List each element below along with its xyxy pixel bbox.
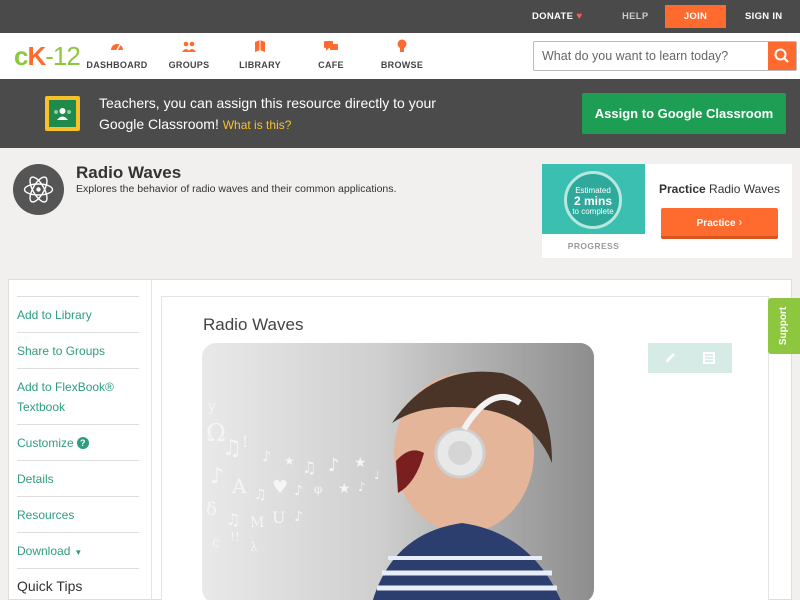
boy-headphones-image: y Ω ♫ ! ♪ ★ ♫ ♪ ★ ♩ ♪ A ♫ ♥ ♪ φ ★ ♪ δ ♫ … [202,343,594,600]
svg-text:U: U [272,508,285,527]
svg-text:y: y [207,399,216,415]
search-button[interactable] [768,42,796,70]
quick-tips-heading: Quick Tips [17,568,139,594]
donate-link[interactable]: DONATE ♥ [532,0,582,33]
resource-title: Radio Waves [76,163,182,182]
nav-groups-label: GROUPS [168,60,210,70]
atom-icon [13,164,64,215]
svg-text:!: ! [242,432,248,451]
practice-button[interactable]: Practice › [661,208,778,239]
practice-card: Estimated 2 mins to complete PROGRESS Pr… [542,164,792,258]
svg-text:!!: !! [230,530,240,544]
svg-text:♪: ♪ [358,480,366,494]
nav-dashboard[interactable]: DASHBOARD [82,39,152,70]
estimate-badge: Estimated 2 mins to complete [564,171,622,229]
practice-title: Practice Radio Waves [659,182,780,196]
practice-estimate-graphic: Estimated 2 mins to complete [542,164,645,234]
notes-icon[interactable] [701,350,717,366]
ck12-logo[interactable]: cK-12 [14,41,81,71]
help-link[interactable]: HELP [622,0,649,33]
classroom-message: Teachers, you can assign this resource d… [99,93,459,136]
logo-c: c [14,41,29,71]
dashboard-icon [111,44,123,51]
svg-text:M: M [250,515,264,531]
add-to-flexbook-link[interactable]: Add to FlexBook® Textbook [17,368,139,424]
content-tools [648,343,732,373]
svg-text:♫: ♫ [222,436,242,461]
nav-cafe[interactable]: CAFE [296,39,366,70]
details-link[interactable]: Details [17,460,139,496]
add-to-library-link[interactable]: Add to Library [17,296,139,332]
svg-text:♫: ♫ [254,487,267,503]
main-nav: cK-12 DASHBOARD GROUPS LIBRARY CAFE BROW… [0,33,800,79]
nav-browse-label: BROWSE [380,60,424,70]
customize-link[interactable]: Customize? [17,424,139,460]
nav-dashboard-label: DASHBOARD [86,60,148,70]
nav-browse[interactable]: BROWSE [367,39,437,70]
estimate-line2: 2 mins [573,194,612,208]
logo-12: -12 [45,41,81,71]
svg-text:♫: ♫ [226,510,240,529]
svg-text:δ: δ [206,499,217,520]
google-classroom-banner: Teachers, you can assign this resource d… [0,79,800,148]
svg-text:♪: ♪ [328,455,340,476]
heart-icon: ♥ [576,11,583,22]
pencil-icon[interactable] [662,350,678,366]
top-utility-bar: DONATE ♥ HELP JOIN SIGN IN [0,0,800,33]
svg-text:φ: φ [314,482,322,496]
join-button[interactable]: JOIN [665,5,726,28]
support-label: Support [778,306,789,346]
nav-library-label: LIBRARY [239,60,281,70]
browse-icon [397,39,407,52]
practice-button-label: Practice [696,218,736,229]
groups-icon [182,41,196,52]
svg-text:A: A [231,474,247,498]
customize-label: Customize [17,436,74,450]
search-box [533,41,797,71]
nav-cafe-label: CAFE [318,60,344,70]
logo-k: K [27,41,46,71]
library-icon [255,40,265,52]
download-dropdown[interactable]: Download ▼ [17,532,139,568]
svg-text:λ: λ [250,540,258,554]
svg-text:♪: ♪ [262,449,271,465]
content-title: Radio Waves [203,315,304,334]
practice-title-topic: Radio Waves [709,182,780,196]
question-icon[interactable]: ? [76,437,89,449]
chevron-right-icon: › [738,215,743,229]
nav-groups[interactable]: GROUPS [154,39,224,70]
svg-text:★: ★ [338,481,351,497]
nav-library[interactable]: LIBRARY [225,39,295,70]
svg-text:♫: ♫ [302,458,316,477]
what-is-this-link[interactable]: What is this? [223,118,292,132]
search-icon [774,48,789,63]
content-area: Radio Waves y Ω ♫ ! ♪ ★ ♫ ♪ ★ ♩ ♪ A ♫ ♥ … [161,296,769,600]
main-panel: Add to Library Share to Groups Add to Fl… [8,279,792,600]
support-tab[interactable]: Support [768,298,800,354]
svg-text:c: c [212,535,220,551]
resources-link[interactable]: Resources [17,496,139,532]
search-input[interactable] [534,42,769,70]
cafe-icon [324,41,338,51]
google-classroom-logo-icon [45,96,80,131]
caret-down-icon: ▼ [74,548,83,557]
progress-label: PROGRESS [567,241,620,251]
svg-text:♩: ♩ [374,468,380,482]
svg-text:★: ★ [354,455,367,471]
svg-text:♪: ♪ [294,509,303,525]
donate-label: DONATE [532,11,574,22]
resource-sidebar: Add to Library Share to Groups Add to Fl… [9,280,152,600]
practice-title-bold: Practice [659,182,706,196]
svg-text:★: ★ [284,454,295,468]
sign-in-link[interactable]: SIGN IN [745,0,782,33]
share-to-groups-link[interactable]: Share to Groups [17,332,139,368]
svg-text:♪: ♪ [294,483,303,499]
svg-text:♥: ♥ [272,477,288,498]
download-label: Download [17,544,71,558]
resource-description: Explores the behavior of radio waves and… [76,183,397,195]
estimate-line3: to complete [572,207,614,216]
assign-to-google-classroom-button[interactable]: Assign to Google Classroom [582,93,786,134]
svg-text:♪: ♪ [210,464,224,489]
